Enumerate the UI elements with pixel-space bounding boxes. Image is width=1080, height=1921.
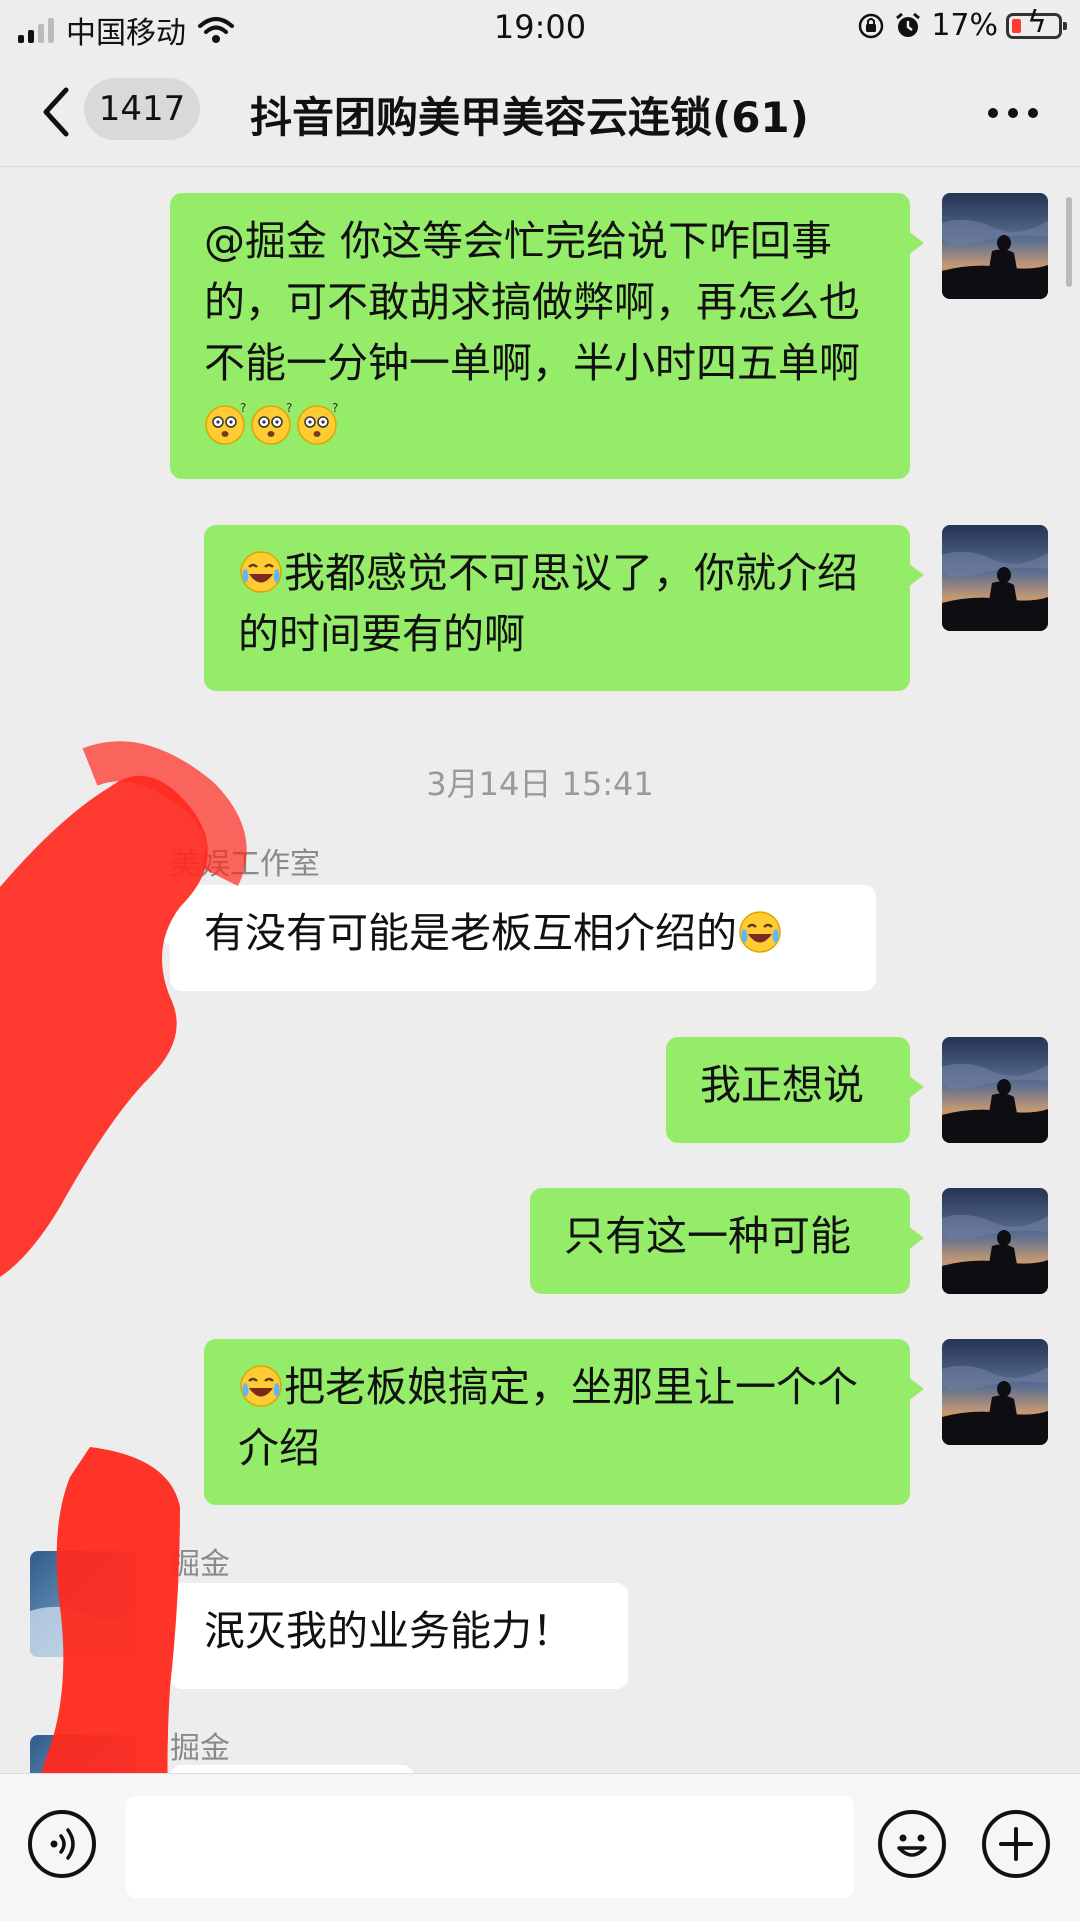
dizzy-face-emoji xyxy=(250,400,296,446)
input-bar xyxy=(0,1773,1080,1921)
more-icon[interactable] xyxy=(988,108,1038,118)
avatar-self[interactable] xyxy=(942,1037,1048,1143)
message-bubble-other[interactable] xyxy=(170,1765,414,1773)
message-bubble-self[interactable]: 把老板娘搞定，坐那里让一个个介绍 xyxy=(204,1339,924,1505)
message-text: 把老板娘搞定，坐那里让一个个介绍 xyxy=(238,1363,858,1472)
redaction-mark xyxy=(41,1447,180,1773)
avatar-self[interactable] xyxy=(942,1339,1048,1445)
status-right: 17% ϟ xyxy=(857,7,1067,43)
alarm-icon xyxy=(896,12,921,37)
message-text: 我正想说 xyxy=(700,1061,864,1109)
status-bar: 中国移动 19:00 17% ϟ xyxy=(0,0,1080,56)
plus-icon[interactable] xyxy=(982,1810,1050,1878)
face-with-tears-of-joy-emoji xyxy=(238,1363,284,1409)
redaction-mark xyxy=(0,741,247,1277)
avatar-self[interactable] xyxy=(942,193,1048,299)
battery-percent: 17% xyxy=(931,8,998,43)
message-bubble-self[interactable]: 我正想说 xyxy=(666,1037,924,1143)
message-text: 有没有可能是老板互相介绍的 xyxy=(204,909,737,957)
message-bubble-self[interactable]: 我都感觉不可思议了，你就介绍的时间要有的啊 xyxy=(204,525,924,691)
emoji-icon[interactable] xyxy=(878,1810,946,1878)
message-list[interactable]: @掘金 你这等会忙完给说下咋回事的，可不敢胡求搞做弊啊，再怎么也不能一分钟一单啊… xyxy=(0,167,1080,1773)
message-bubble-other[interactable]: 泯灭我的业务能力！ xyxy=(156,1583,628,1689)
avatar-self[interactable] xyxy=(942,1188,1048,1294)
message-text: @掘金 你这等会忙完给说下咋回事的，可不敢胡求搞做弊啊，再怎么也不能一分钟一单啊… xyxy=(204,217,860,387)
message-text: 泯灭我的业务能力！ xyxy=(204,1607,573,1655)
dizzy-face-emoji xyxy=(204,400,250,446)
message-bubble-other[interactable]: 有没有可能是老板互相介绍的 xyxy=(156,885,876,991)
message-text: 只有这一种可能 xyxy=(564,1212,851,1260)
avatar-self[interactable] xyxy=(942,525,1048,631)
message-bubble-self[interactable]: 只有这一种可能 xyxy=(530,1188,924,1294)
face-with-tears-of-joy-emoji xyxy=(737,909,783,955)
chat-title: 抖音团购美甲美容云连锁(61) xyxy=(250,93,809,142)
orientation-lock-icon xyxy=(859,13,884,38)
voice-icon[interactable] xyxy=(28,1810,96,1878)
scrollbar[interactable] xyxy=(1066,197,1072,287)
message-input[interactable] xyxy=(126,1796,854,1898)
dizzy-face-emoji xyxy=(296,400,342,446)
unread-count-badge[interactable]: 1417 xyxy=(84,78,200,140)
face-with-tears-of-joy-emoji xyxy=(238,549,284,595)
message-bubble-self[interactable]: @掘金 你这等会忙完给说下咋回事的，可不敢胡求搞做弊啊，再怎么也不能一分钟一单啊… xyxy=(170,193,924,479)
back-arrow-icon[interactable] xyxy=(36,82,76,142)
battery-icon: ϟ xyxy=(1006,7,1067,39)
chat-header: 1417 抖音团购美甲美容云连锁(61) xyxy=(0,56,1080,167)
message-text: 我都感觉不可思议了，你就介绍的时间要有的啊 xyxy=(238,549,858,658)
